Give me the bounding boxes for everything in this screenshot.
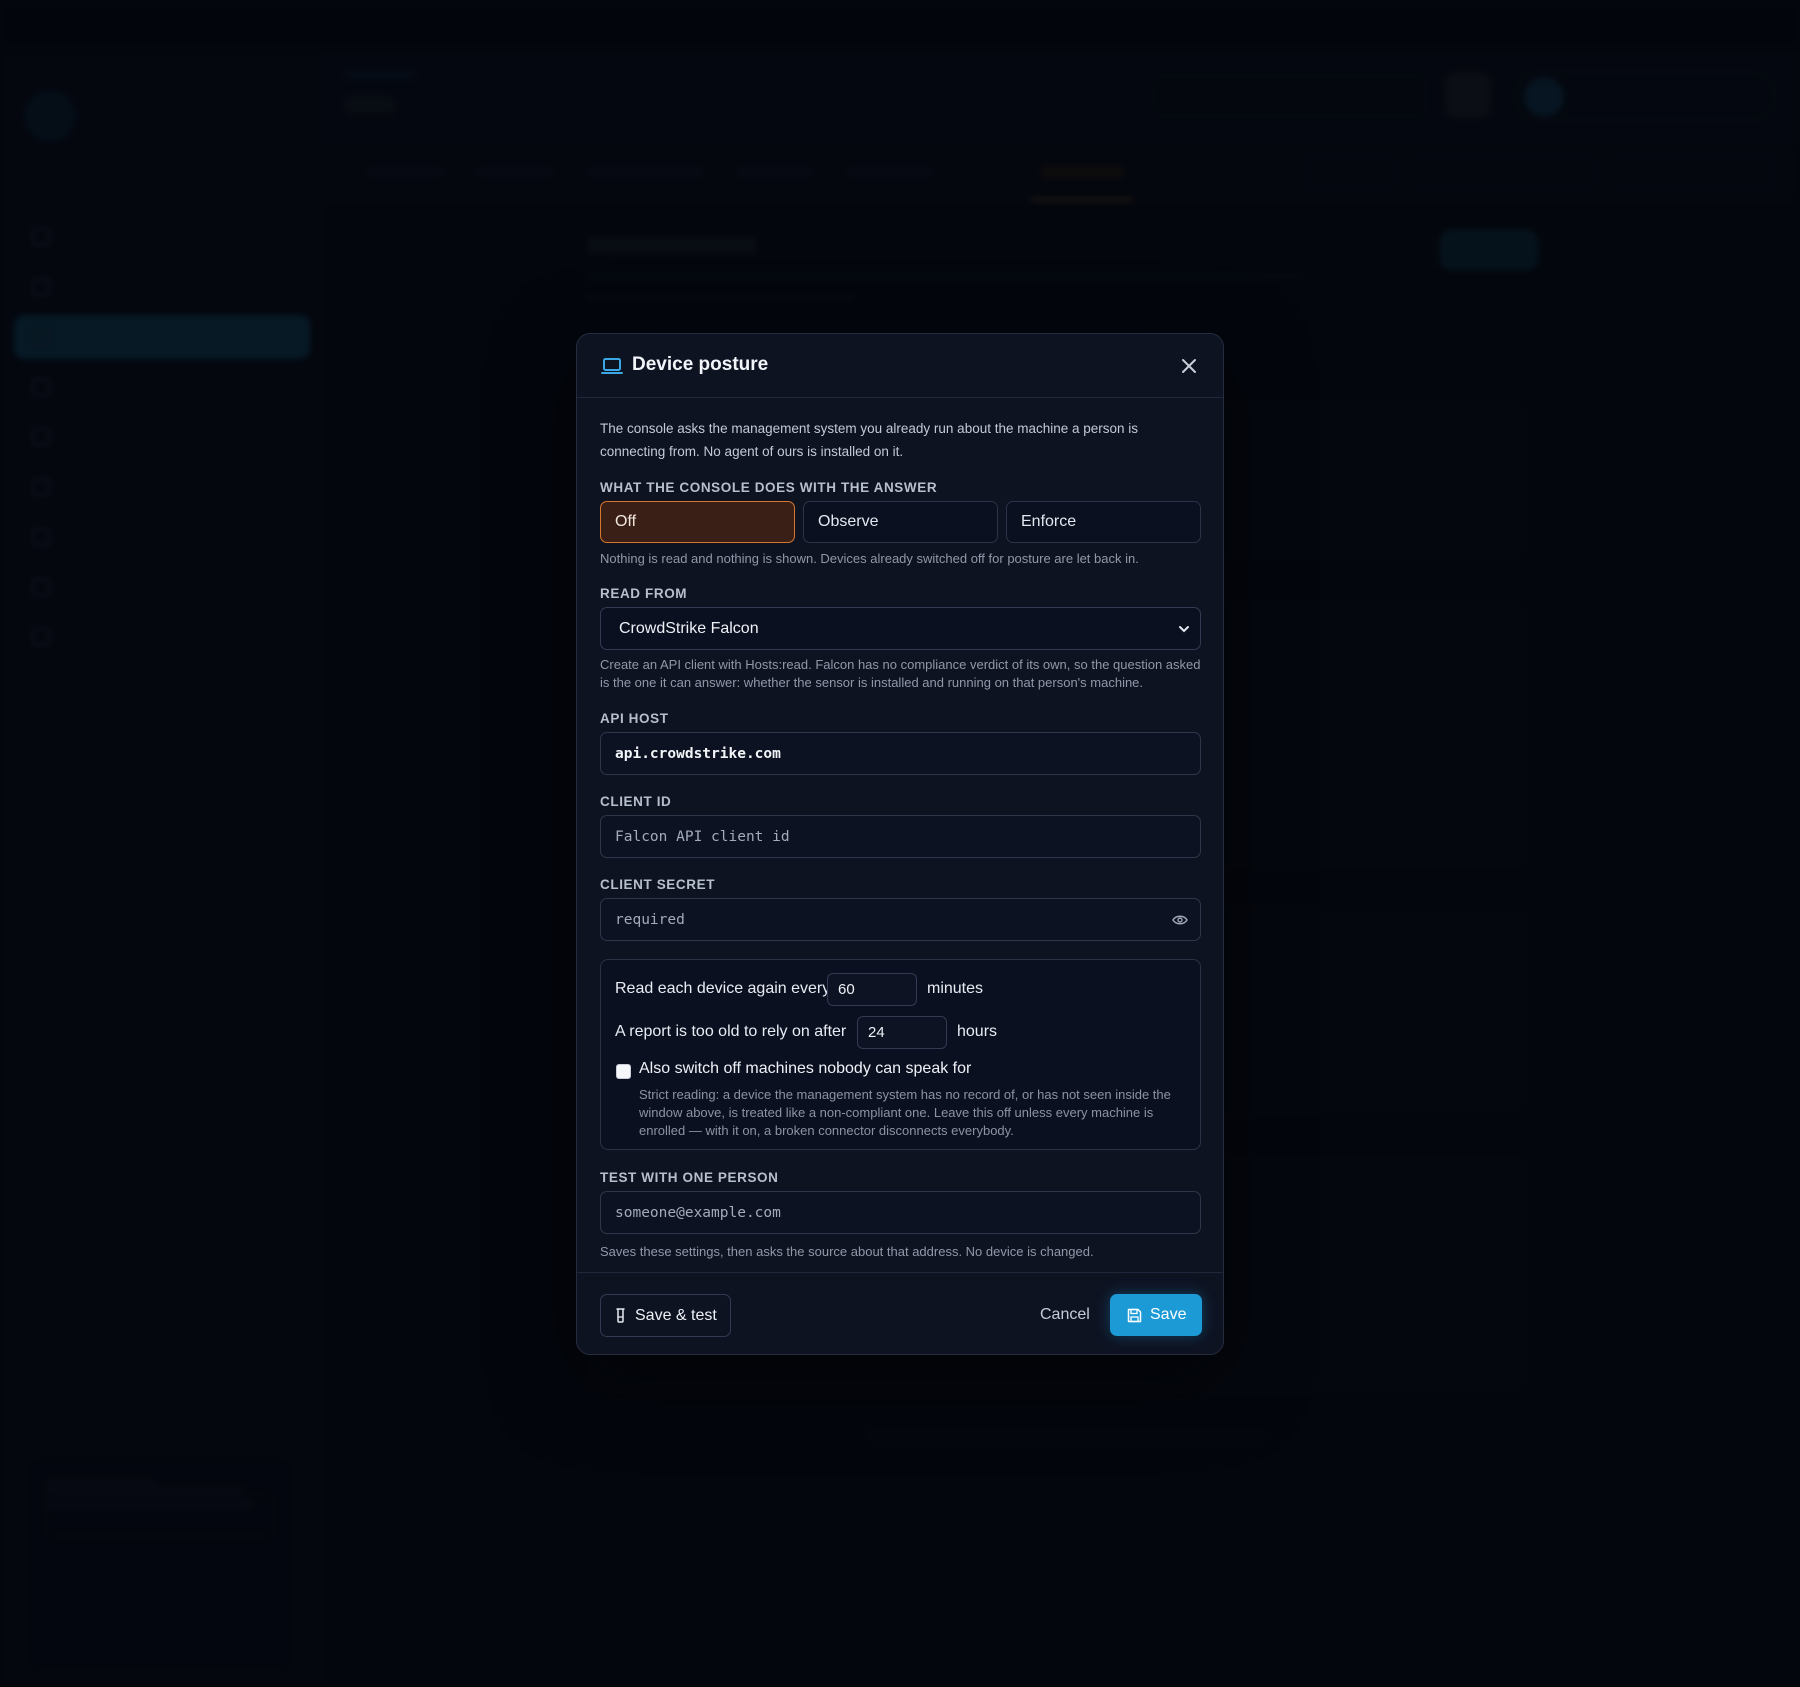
test-hint: Saves these settings, then asks the sour… xyxy=(600,1244,1094,1259)
device-posture-dialog: Device posture The console asks the mana… xyxy=(576,333,1224,1355)
api-host-input[interactable]: api.crowdstrike.com xyxy=(600,732,1201,775)
laptop-icon xyxy=(601,358,623,374)
save-button[interactable]: Save xyxy=(1110,1294,1202,1336)
save-and-test-button[interactable]: Save & test xyxy=(600,1294,731,1337)
flask-icon xyxy=(616,1308,625,1323)
source-select[interactable]: CrowdStrike Falcon xyxy=(600,607,1201,650)
client-secret-input[interactable]: required xyxy=(600,898,1201,941)
reread-unit: minutes xyxy=(927,980,984,997)
stale-threshold-input[interactable]: 24 xyxy=(857,1016,947,1049)
save-and-test-label: Save & test xyxy=(635,1306,717,1324)
dialog-footer-divider xyxy=(577,1272,1223,1273)
close-icon[interactable] xyxy=(1177,354,1201,378)
strict-mode-hint: Strict reading: a device the management … xyxy=(639,1087,1171,1138)
strict-mode-label[interactable]: Also switch off machines nobody can spea… xyxy=(639,1060,971,1078)
client-secret-placeholder: required xyxy=(615,911,685,928)
cancel-button[interactable]: Cancel xyxy=(1040,1306,1090,1324)
api-host-label: API host xyxy=(600,711,669,726)
save-label: Save xyxy=(1150,1306,1187,1323)
source-select-value: CrowdStrike Falcon xyxy=(619,619,759,637)
client-id-label: Client ID xyxy=(600,794,672,809)
dialog-intro: The console asks the management system y… xyxy=(600,421,1139,459)
stale-prefix: A report is too old to rely on after xyxy=(615,1023,847,1040)
source-label: Read from xyxy=(600,586,688,601)
test-label: Test with one person xyxy=(600,1170,779,1185)
mode-hint: Nothing is read and nothing is shown. De… xyxy=(600,551,1139,566)
mode-option-observe[interactable]: Observe xyxy=(803,501,998,543)
reread-prefix: Read each device again every xyxy=(615,980,831,997)
mode-label: What the console does with the answer xyxy=(600,480,938,495)
dialog-title: Device posture xyxy=(632,354,769,375)
source-hint: Create an API client with Hosts:read. Fa… xyxy=(600,657,1201,690)
dialog-header: Device posture xyxy=(577,334,1223,398)
schedule-panel: Read each device again every 60 minutes … xyxy=(600,959,1201,1150)
client-secret-label: Client secret xyxy=(600,877,716,892)
client-id-input[interactable]: Falcon API client id xyxy=(600,815,1201,858)
chevron-down-icon xyxy=(1179,626,1189,633)
floppy-disk-icon xyxy=(1127,1308,1142,1322)
stale-unit: hours xyxy=(957,1023,998,1040)
reread-interval-input[interactable]: 60 xyxy=(827,973,917,1006)
mode-option-off[interactable]: Off xyxy=(600,501,795,543)
mode-option-enforce[interactable]: Enforce xyxy=(1006,501,1201,543)
test-email-input[interactable]: someone@example.com xyxy=(600,1191,1201,1234)
strict-mode-checkbox[interactable] xyxy=(616,1064,631,1079)
eye-icon[interactable] xyxy=(1172,914,1188,926)
